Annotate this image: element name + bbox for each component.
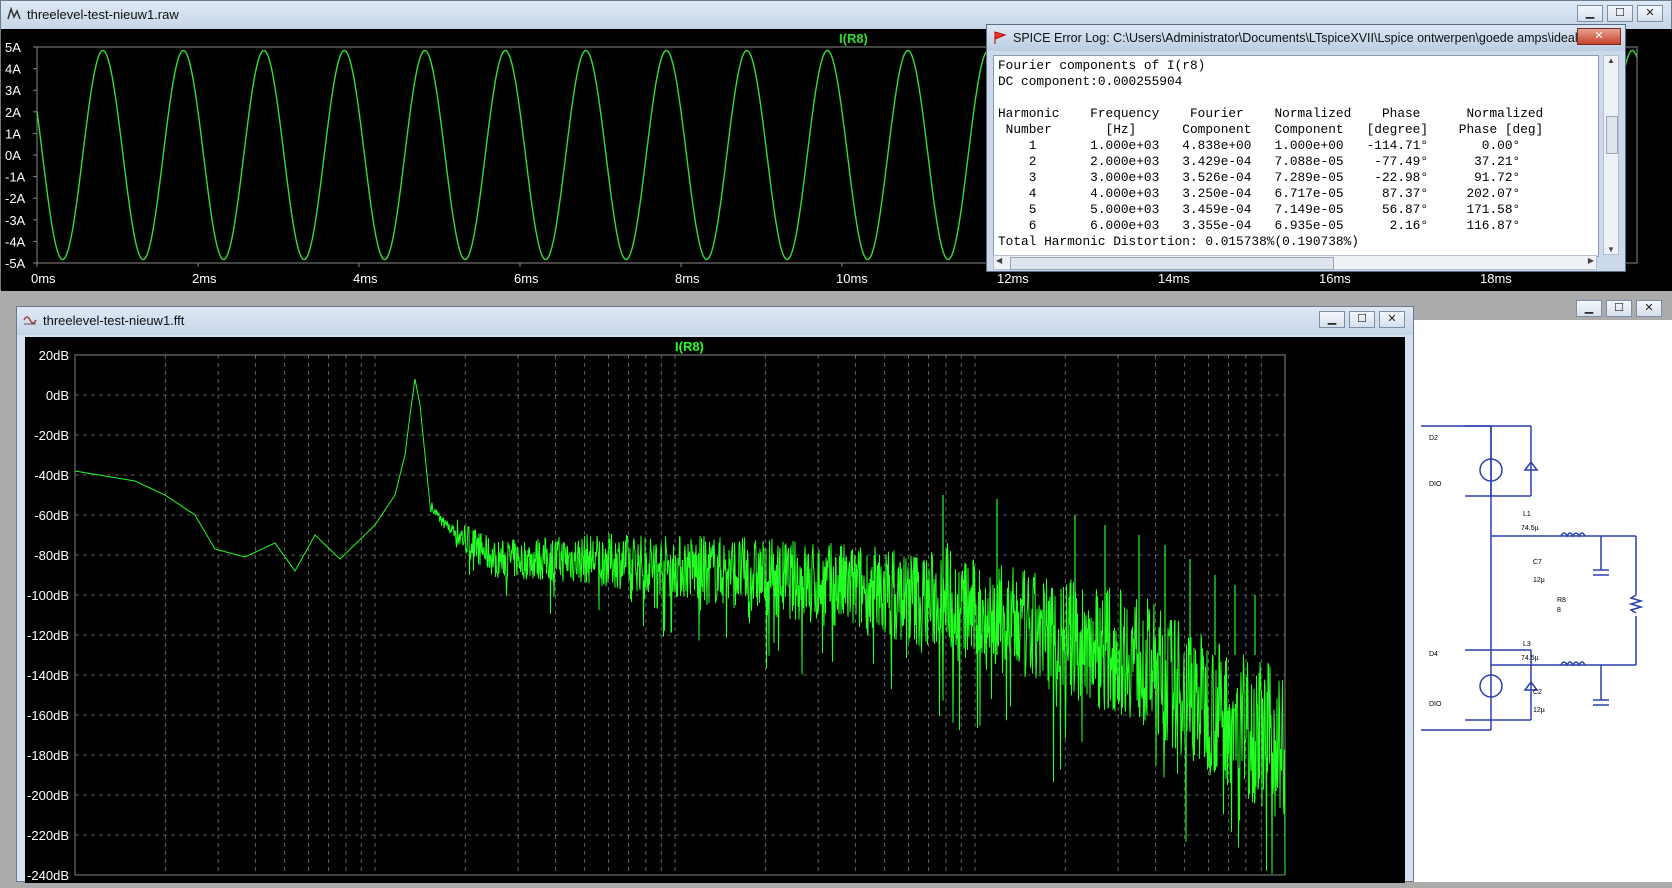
raw-trace-label[interactable]: I(R8) bbox=[839, 31, 868, 46]
schematic-component-label: 12µ bbox=[1533, 577, 1545, 584]
fft-y-tick-label: -160dB bbox=[27, 708, 69, 723]
log-horizontal-scrollbar[interactable]: ◀ ▶ bbox=[993, 255, 1597, 270]
raw-y-tick-label: -1A bbox=[5, 170, 26, 185]
scroll-up-arrow-icon[interactable]: ▲ bbox=[1604, 56, 1618, 65]
log-horizontal-scroll-thumb[interactable] bbox=[1010, 257, 1334, 270]
schematic-component-label: L1 bbox=[1523, 511, 1531, 518]
log-close-button[interactable]: ✕ bbox=[1577, 28, 1621, 45]
fft-window[interactable]: threelevel-test-nieuw1.fft ▁ ☐ ✕ I(R8) 2… bbox=[16, 306, 1414, 883]
schematic-component-label: C2 bbox=[1533, 689, 1542, 696]
schematic-component-label: 74.5µ bbox=[1521, 655, 1539, 662]
fft-y-tick-label: -220dB bbox=[27, 828, 69, 843]
raw-y-tick-label: -4A bbox=[5, 234, 26, 249]
fft-trace-label[interactable]: I(R8) bbox=[675, 339, 704, 354]
raw-y-tick-label: 5A bbox=[5, 40, 21, 55]
fft-minimize-button[interactable]: ▁ bbox=[1319, 311, 1345, 328]
raw-y-tick-label: 3A bbox=[5, 83, 21, 98]
fft-maximize-button[interactable]: ☐ bbox=[1349, 311, 1375, 328]
schematic-component-label: 12µ bbox=[1533, 707, 1545, 714]
raw-y-tick-label: -2A bbox=[5, 191, 26, 206]
raw-y-tick-label: -3A bbox=[5, 213, 26, 228]
fft-y-tick-label: -80dB bbox=[34, 548, 69, 563]
raw-x-tick-label: 18ms bbox=[1480, 271, 1512, 286]
log-vertical-scroll-thumb[interactable] bbox=[1606, 116, 1618, 154]
minimize-button[interactable]: ▁ bbox=[1577, 5, 1603, 22]
raw-x-tick-label: 14ms bbox=[1158, 271, 1190, 286]
fft-y-tick-label: 20dB bbox=[39, 348, 69, 363]
fft-window-icon bbox=[23, 316, 37, 325]
fft-close-button[interactable]: ✕ bbox=[1379, 311, 1405, 328]
schematic-component-label: 74.5µ bbox=[1521, 525, 1539, 532]
schematic-drawing: D2DIOS2sk2L174.5µC712µR88L374.5µC212µD4D… bbox=[1403, 425, 1644, 731]
fft-y-tick-label: 0dB bbox=[46, 388, 69, 403]
schematic-canvas[interactable]: D2DIOS2sk2L174.5µC712µR88L374.5µC212µD4D… bbox=[1403, 320, 1672, 882]
raw-y-tick-label: 4A bbox=[5, 62, 21, 77]
raw-x-tick-label: 8ms bbox=[675, 271, 700, 286]
fft-y-tick-label: -240dB bbox=[27, 868, 69, 883]
waveform-window-icon bbox=[7, 7, 21, 20]
fft-y-tick-label: -40dB bbox=[34, 468, 69, 483]
raw-y-tick-label: 0A bbox=[5, 148, 21, 163]
schematic-component-label: R8 bbox=[1557, 597, 1566, 604]
log-window-titlebar[interactable]: SPICE Error Log: C:\Users\Administrator\… bbox=[987, 25, 1625, 51]
close-button[interactable]: ✕ bbox=[1637, 5, 1663, 22]
fft-plot-frame bbox=[74, 354, 1286, 876]
raw-y-tick-label: -5A bbox=[5, 256, 26, 271]
raw-x-tick-label: 16ms bbox=[1319, 271, 1351, 286]
log-vertical-scrollbar[interactable]: ▲ ▼ bbox=[1603, 55, 1619, 255]
log-text-area[interactable]: Fourier components of I(r8) DC component… bbox=[993, 55, 1599, 257]
fft-window-title: threelevel-test-nieuw1.fft bbox=[43, 313, 185, 328]
fft-y-tick-label: -20dB bbox=[34, 428, 69, 443]
schematic-component-label: C7 bbox=[1533, 559, 1542, 566]
spice-log-icon bbox=[994, 31, 1007, 44]
schematic-component-label: D4 bbox=[1429, 651, 1438, 658]
fft-chart: I(R8) 20dB 0dB -20dB -40dB -60dB -80dB -100dB -… bbox=[27, 339, 1286, 883]
schematic-component-label: L3 bbox=[1523, 641, 1531, 648]
fft-plot-area[interactable]: I(R8) 20dB 0dB -20dB -40dB -60dB -80dB -100dB -… bbox=[25, 337, 1405, 883]
raw-x-tick-label: 12ms bbox=[997, 271, 1029, 286]
scroll-down-arrow-icon[interactable]: ▼ bbox=[1604, 245, 1618, 254]
fft-y-tick-label: -60dB bbox=[34, 508, 69, 523]
schematic-minimize-button[interactable]: ▁ bbox=[1576, 300, 1602, 317]
fft-window-titlebar[interactable]: threelevel-test-nieuw1.fft ▁ ☐ ✕ bbox=[17, 307, 1413, 335]
maximize-button[interactable]: ☐ bbox=[1607, 5, 1633, 22]
raw-window-title: threelevel-test-nieuw1.raw bbox=[27, 7, 179, 22]
spice-error-log-window[interactable]: SPICE Error Log: C:\Users\Administrator\… bbox=[986, 24, 1626, 272]
fourier-log-text: Fourier components of I(r8) DC component… bbox=[998, 58, 1544, 249]
raw-x-tick-label: 6ms bbox=[514, 271, 539, 286]
scroll-left-arrow-icon[interactable]: ◀ bbox=[996, 256, 1002, 265]
schematic-component-label: DIO bbox=[1429, 481, 1442, 488]
fft-y-tick-label: -180dB bbox=[27, 748, 69, 763]
schematic-maximize-button[interactable]: ☐ bbox=[1606, 300, 1632, 317]
fft-y-tick-label: -100dB bbox=[27, 588, 69, 603]
raw-x-tick-label: 2ms bbox=[192, 271, 217, 286]
schematic-close-button[interactable]: ✕ bbox=[1636, 300, 1662, 317]
raw-x-tick-label: 0ms bbox=[31, 271, 56, 286]
raw-y-tick-label: 1A bbox=[5, 126, 21, 141]
fft-trace-line bbox=[74, 378, 1286, 875]
schematic-component-label: 8 bbox=[1557, 607, 1561, 614]
raw-x-tick-label: 10ms bbox=[836, 271, 868, 286]
fft-y-tick-label: -200dB bbox=[27, 788, 69, 803]
schematic-component-label: D2 bbox=[1429, 435, 1438, 442]
raw-y-tick-label: 2A bbox=[5, 105, 21, 120]
fft-y-tick-label: -140dB bbox=[27, 668, 69, 683]
scroll-right-arrow-icon[interactable]: ▶ bbox=[1588, 256, 1594, 265]
fft-y-tick-label: -120dB bbox=[27, 628, 69, 643]
raw-x-tick-label: 4ms bbox=[353, 271, 378, 286]
schematic-component-label: DIO bbox=[1429, 701, 1442, 708]
log-window-title: SPICE Error Log: C:\Users\Administrator\… bbox=[1013, 31, 1609, 45]
